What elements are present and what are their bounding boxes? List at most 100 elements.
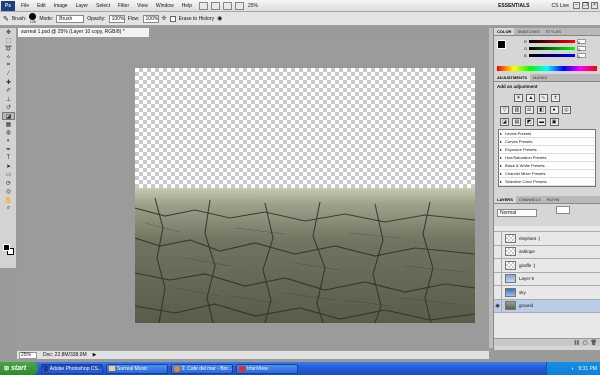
- 3d-orbit-tool-icon[interactable]: ◎: [2, 187, 15, 195]
- channel-mixer-icon[interactable]: ◎: [561, 106, 571, 114]
- close-icon[interactable]: ×: [591, 2, 598, 9]
- invert-icon[interactable]: ◪: [500, 118, 509, 126]
- dodge-tool-icon[interactable]: ◐: [2, 137, 15, 145]
- eyedropper-tool-icon[interactable]: ⁄: [2, 70, 15, 78]
- tab-adjustments[interactable]: ADJUSTMENTS: [494, 74, 531, 81]
- move-tool-icon[interactable]: ✥: [2, 28, 15, 36]
- tab-color[interactable]: COLOR: [494, 28, 515, 35]
- tab-styles[interactable]: STYLES: [543, 28, 564, 35]
- zoom-level[interactable]: 25%: [248, 3, 258, 9]
- link-layers-icon[interactable]: ⛓: [574, 340, 580, 346]
- clone-stamp-tool-icon[interactable]: ⊥: [2, 95, 15, 103]
- color-fg-swatch[interactable]: [497, 40, 506, 49]
- color-spectrum-bar[interactable]: [497, 66, 597, 71]
- menu-layer[interactable]: Layer: [72, 0, 93, 12]
- mode-select[interactable]: Brush: [56, 14, 85, 23]
- zoom-tool-icon[interactable]: ⌕: [2, 204, 15, 212]
- eraser-tool-preset-icon[interactable]: ✎: [3, 15, 9, 23]
- layer-row[interactable]: sky: [494, 285, 600, 300]
- brush-tool-icon[interactable]: ✐: [2, 87, 15, 95]
- mini-bridge-icon[interactable]: [210, 1, 220, 10]
- preset-levels[interactable]: Levels Presets: [499, 130, 595, 138]
- red-slider[interactable]: [528, 40, 575, 43]
- blend-mode-select[interactable]: Normal: [497, 209, 537, 217]
- vibrance-icon[interactable]: ▽: [500, 106, 509, 114]
- task-media-player[interactable]: 2. Cafe del mar - Bor...: [171, 363, 233, 374]
- tab-swatches[interactable]: SWATCHES: [514, 28, 542, 35]
- hand-tool-icon[interactable]: ✋: [2, 196, 15, 204]
- threshold-icon[interactable]: ◩: [524, 118, 534, 126]
- task-irfanview[interactable]: IrfanView: [236, 363, 298, 374]
- brush-preview-icon[interactable]: [29, 13, 37, 20]
- blur-tool-icon[interactable]: ◍: [2, 129, 15, 137]
- tab-masks[interactable]: MASKS: [530, 74, 550, 81]
- layer-visibility-toggle[interactable]: [494, 245, 502, 259]
- shape-tool-icon[interactable]: ▭: [2, 171, 15, 179]
- pen-tool-icon[interactable]: ✒: [2, 145, 15, 153]
- history-brush-tool-icon[interactable]: ↺: [2, 104, 15, 112]
- quick-select-tool-icon[interactable]: ✧: [2, 53, 15, 61]
- photo-filter-icon[interactable]: ●: [549, 106, 559, 114]
- flow-field[interactable]: 100%: [142, 14, 159, 23]
- restore-icon[interactable]: ❐: [582, 2, 589, 9]
- posterize-icon[interactable]: ▤: [512, 118, 522, 126]
- minimize-icon[interactable]: –: [573, 2, 580, 9]
- menu-view[interactable]: View: [133, 0, 152, 12]
- cs-live-button[interactable]: CS Live: [551, 3, 569, 9]
- menu-edit[interactable]: Edit: [33, 0, 50, 12]
- path-select-tool-icon[interactable]: ➤: [2, 162, 15, 170]
- menu-window[interactable]: Window: [152, 0, 178, 12]
- hue-saturation-icon[interactable]: ▥: [512, 106, 522, 114]
- task-surreal-music[interactable]: Surreal Music: [106, 363, 168, 374]
- eraser-tool-icon[interactable]: ◪: [2, 111, 15, 121]
- black-white-icon[interactable]: ◧: [537, 106, 547, 114]
- tray-icon[interactable]: ◐: [571, 366, 574, 372]
- preset-selective-color[interactable]: Selective Color Presets: [499, 178, 595, 186]
- green-value[interactable]: 0: [577, 46, 587, 52]
- preset-channel-mixer[interactable]: Channel Mixer Presets: [499, 170, 595, 178]
- preset-hue-saturation[interactable]: Hue/Saturation Presets: [499, 154, 595, 162]
- red-value[interactable]: 0: [576, 39, 586, 45]
- levels-icon[interactable]: ▲: [526, 94, 536, 102]
- curves-icon[interactable]: ∿: [538, 94, 548, 102]
- layer-opacity-field[interactable]: [556, 206, 571, 214]
- document-tab[interactable]: surreal 1.psd @ 25% (Layer 10 copy, RGB/…: [17, 27, 150, 37]
- layer-visibility-toggle[interactable]: [494, 258, 502, 272]
- layer-row-selected[interactable]: ◉ ground: [494, 299, 600, 313]
- layer-visibility-toggle[interactable]: [494, 231, 502, 245]
- menu-image[interactable]: Image: [50, 0, 72, 12]
- zoom-tool-icon[interactable]: [234, 1, 244, 10]
- status-zoom-field[interactable]: 25%: [19, 351, 37, 359]
- selective-color-icon[interactable]: ▣: [549, 118, 559, 126]
- new-layer-icon[interactable]: ▢: [583, 340, 588, 346]
- lasso-tool-icon[interactable]: ➰: [2, 45, 15, 53]
- preset-curves[interactable]: Curves Presets: [499, 138, 595, 146]
- blue-slider[interactable]: [528, 54, 575, 57]
- menu-help[interactable]: Help: [178, 0, 196, 12]
- layer-row[interactable]: elephant :): [494, 231, 600, 246]
- marquee-tool-icon[interactable]: ⬚: [2, 36, 15, 44]
- workspace-switcher[interactable]: ESSENTIALS: [498, 3, 529, 9]
- opacity-field[interactable]: 100%: [108, 14, 125, 23]
- menu-file[interactable]: File: [17, 0, 33, 12]
- preset-exposure[interactable]: Exposure Presets: [499, 146, 595, 154]
- erase-to-history-checkbox[interactable]: [169, 15, 176, 22]
- status-menu-arrow-icon[interactable]: ▶: [93, 352, 97, 358]
- 3d-rotate-tool-icon[interactable]: ⟳: [2, 179, 15, 187]
- brightness-contrast-icon[interactable]: ☀: [514, 94, 523, 102]
- tab-layers[interactable]: LAYERS: [494, 196, 516, 203]
- hand-tool-icon[interactable]: [222, 1, 232, 10]
- eye-icon[interactable]: ◉: [494, 299, 502, 313]
- layer-visibility-toggle[interactable]: [494, 285, 502, 299]
- task-photoshop[interactable]: Adobe Photoshop CS...: [41, 363, 103, 374]
- menu-select[interactable]: Select: [92, 0, 114, 12]
- exposure-icon[interactable]: ±: [551, 94, 561, 102]
- gradient-map-icon[interactable]: ▬: [537, 118, 547, 126]
- type-tool-icon[interactable]: T: [2, 154, 15, 162]
- preset-black-white[interactable]: Black & White Presets: [499, 162, 595, 170]
- menu-filter[interactable]: Filter: [114, 0, 133, 12]
- green-slider[interactable]: [529, 47, 576, 50]
- color-balance-icon[interactable]: ⚖: [524, 106, 534, 114]
- layer-row[interactable]: giraffe :): [494, 258, 600, 273]
- layer-row[interactable]: antilope: [494, 245, 600, 259]
